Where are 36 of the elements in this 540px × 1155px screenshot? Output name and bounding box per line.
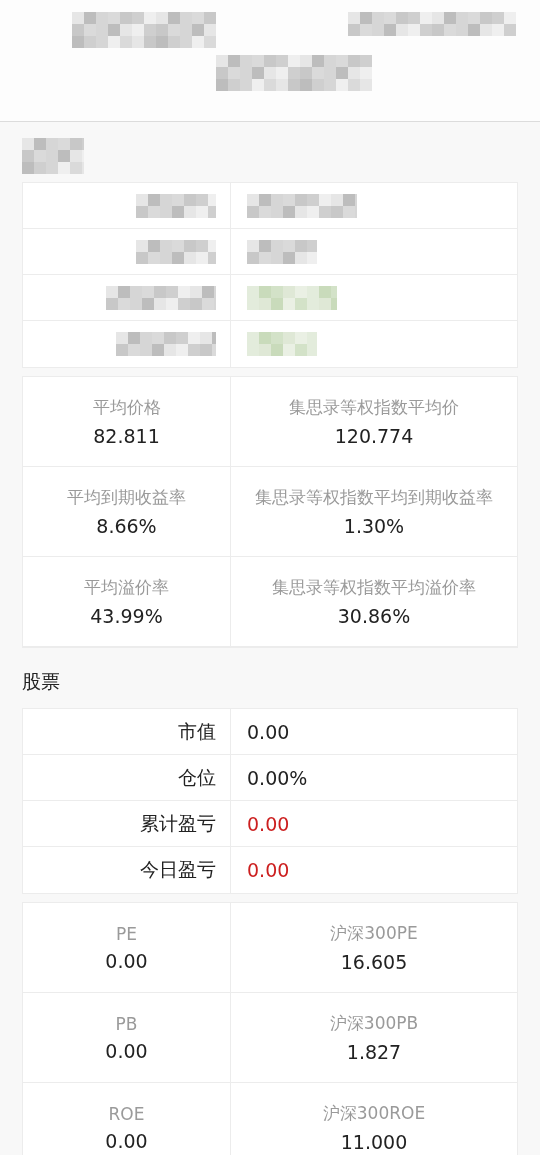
metric-label: 平均溢价率 <box>84 576 169 599</box>
row-label: 仓位 <box>23 755 231 801</box>
metric-label: 平均价格 <box>92 396 161 419</box>
row-value: 0.00 <box>231 801 517 847</box>
metric-label: PB <box>115 1013 138 1034</box>
metric-value: 0.00 <box>105 1129 148 1152</box>
metric-label: ROE <box>108 1103 145 1124</box>
metric-value: 30.86% <box>337 605 411 627</box>
row-value: 0.00 <box>246 858 291 883</box>
metric-label: 沪深300PE <box>330 922 418 945</box>
metric-value: 120.774 <box>334 425 414 447</box>
metric-label: 集思录等权指数平均溢价率 <box>272 576 476 599</box>
metric-value: 1.30% <box>343 515 405 537</box>
redacted-block <box>22 138 84 174</box>
metric-value: 0.00 <box>105 949 148 972</box>
row-label: 今日盈亏 <box>23 847 231 893</box>
metric-label: 集思录等权指数平均到期收益率 <box>255 486 493 509</box>
redacted-block <box>247 332 317 356</box>
metric-value: 8.66% <box>96 515 157 537</box>
metric-value: 43.99% <box>90 605 163 627</box>
metric-value: 11.000 <box>340 1131 408 1153</box>
metric-label: 集思录等权指数平均价 <box>289 396 459 419</box>
row-value: 0.00 <box>231 709 517 755</box>
metric-value: 0.00 <box>105 1039 148 1062</box>
metric-value: 1.827 <box>346 1041 402 1063</box>
metric-label: 沪深300PB <box>329 1012 419 1035</box>
metric-label: PE <box>116 923 137 944</box>
row-label: 市值 <box>23 709 231 755</box>
metric-label: 平均到期收益率 <box>67 486 186 509</box>
row-label: 累计盈亏 <box>23 801 231 847</box>
metric-label: 沪深300ROE <box>322 1102 426 1125</box>
row-value: 0.00% <box>231 755 517 801</box>
metric-value: 16.605 <box>340 951 408 973</box>
metric-value: 82.811 <box>93 425 160 447</box>
redacted-block <box>247 239 317 264</box>
section-title: 股票 <box>22 669 60 694</box>
